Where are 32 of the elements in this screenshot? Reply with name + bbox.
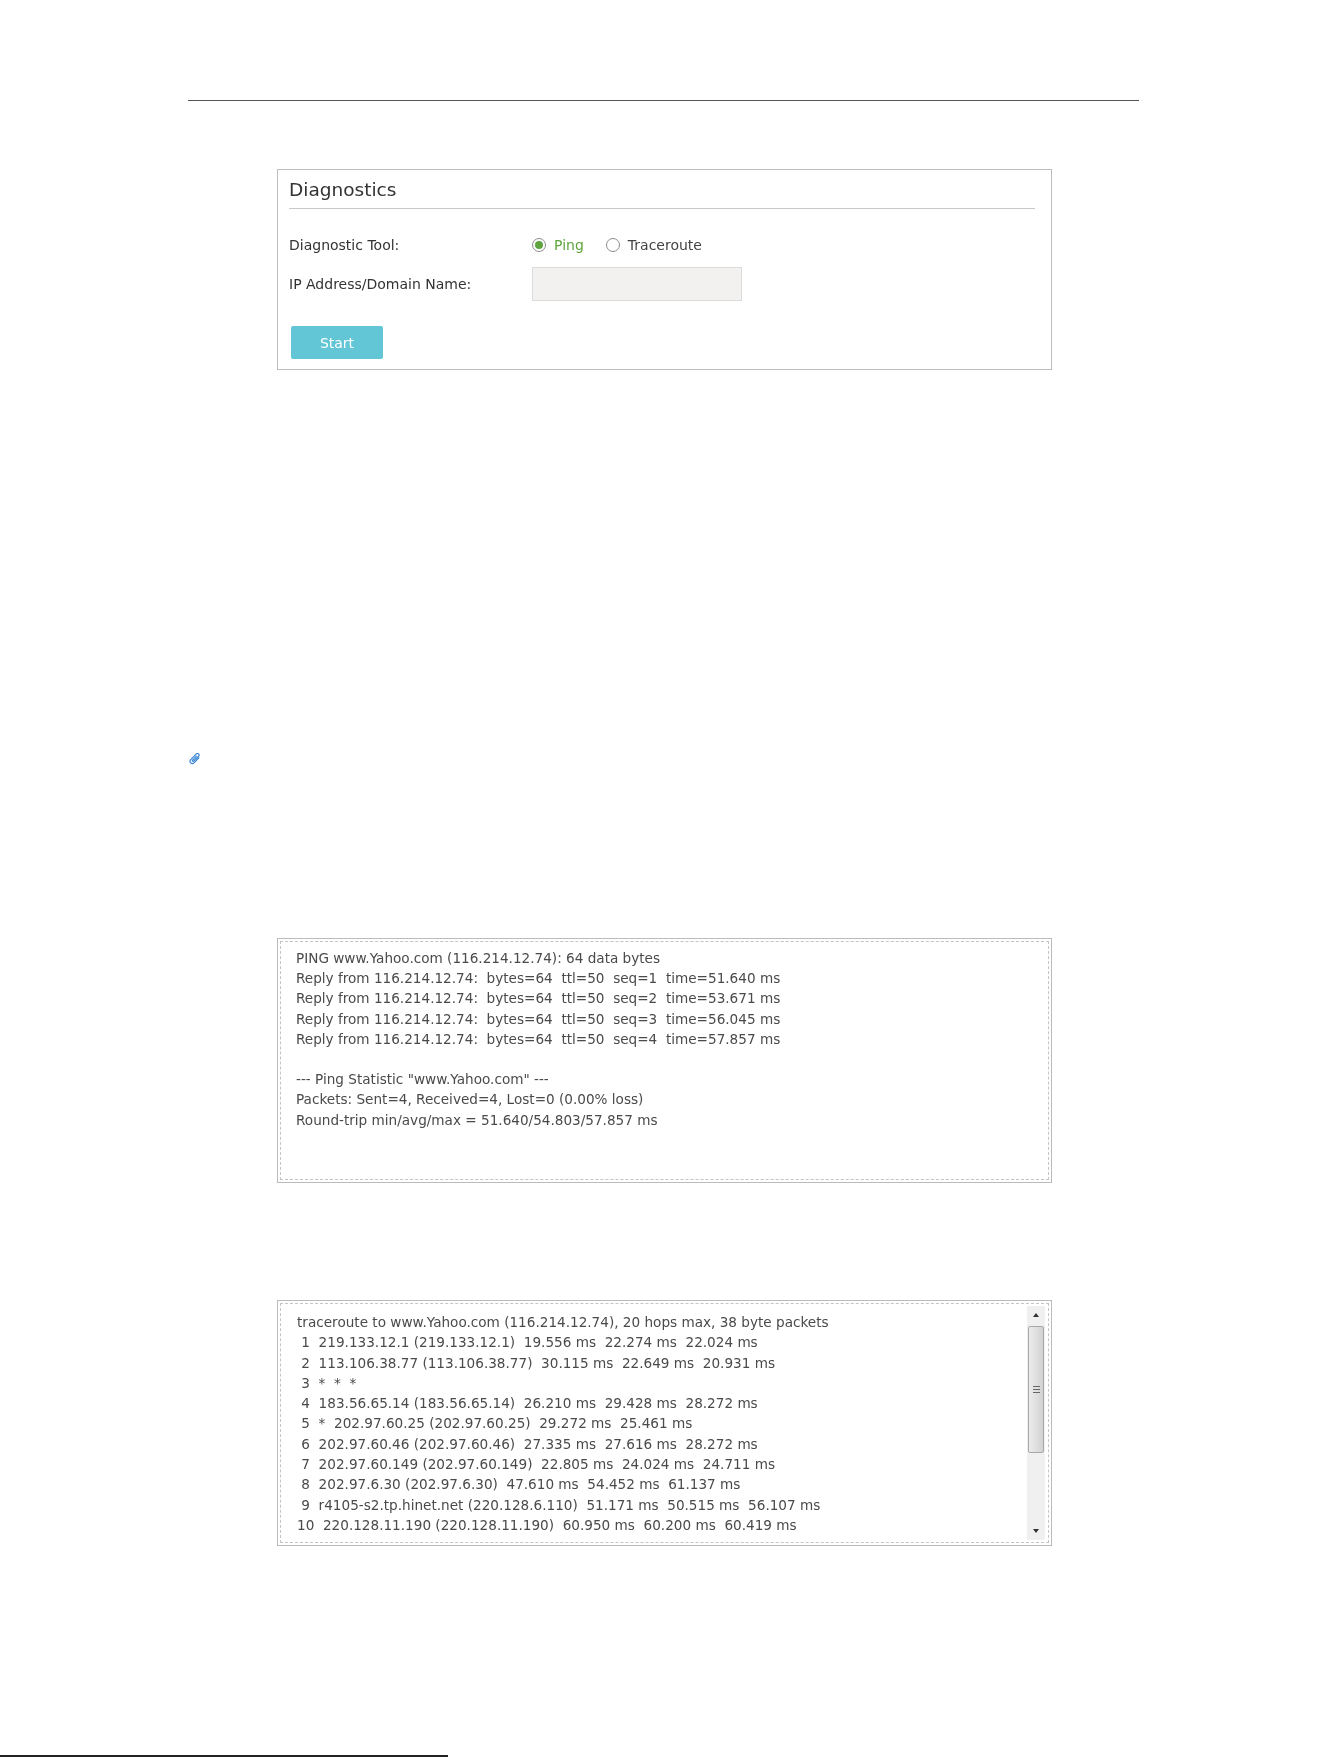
output-line: 1 219.133.12.1 (219.133.12.1) 19.556 ms 22.274 ms 22.024 ms bbox=[300, 1333, 758, 1353]
radio-option[interactable]: Traceroute bbox=[605, 236, 702, 254]
address-field[interactable] bbox=[532, 267, 742, 301]
radio-icon[interactable] bbox=[605, 238, 620, 252]
paperclip-icon bbox=[189, 753, 201, 765]
field-label: IP Address/Domain Name: bbox=[289, 276, 472, 292]
output-line: Reply from 116.214.12.74: bytes=64 ttl=50 seq=1 time=51.640 ms bbox=[296, 969, 781, 989]
output-line: 2 113.106.38.77 (113.106.38.77) 30.115 ms 22.649 ms 20.931 ms bbox=[300, 1353, 775, 1373]
grip-icon bbox=[1032, 1386, 1040, 1393]
output-line: PING www.Yahoo.com (116.214.12.74): 64 data bytes bbox=[296, 949, 661, 968]
output-line: Reply from 116.214.12.74: bytes=64 ttl=50 seq=3 time=56.045 ms bbox=[296, 1009, 781, 1029]
radio-option[interactable]: Ping bbox=[532, 236, 584, 254]
output-line: 8 202.97.6.30 (202.97.6.30) 47.610 ms 54.452 ms 61.137 ms bbox=[300, 1475, 741, 1495]
output-line: 3 * * * bbox=[300, 1373, 357, 1393]
output-line: 10 220.128.11.190 (220.128.11.190) 60.950 ms 60.200 ms 60.419 ms bbox=[297, 1515, 797, 1535]
output-line: traceroute to www.Yahoo.com (116.214.12.74), 20 hops max, 38 byte packets bbox=[297, 1313, 829, 1332]
field-label: Diagnostic Tool: bbox=[289, 237, 400, 253]
panel-title: Diagnostics bbox=[289, 178, 397, 202]
output-line: Round-trip min/avg/max = 51.640/54.803/57.857 ms bbox=[296, 1110, 658, 1130]
output-line: 7 202.97.60.149 (202.97.60.149) 22.805 ms 24.024 ms 24.711 ms bbox=[300, 1455, 775, 1475]
output-line: Reply from 116.214.12.74: bytes=64 ttl=50 seq=4 time=57.857 ms bbox=[296, 1029, 781, 1049]
output-line: --- Ping Statistic "www.Yahoo.com" --- bbox=[296, 1070, 549, 1090]
scrollbar-thumb[interactable] bbox=[1028, 1326, 1044, 1453]
output-line: 9 r4105-s2.tp.hinet.net (220.128.6.110) 51.171 ms 50.515 ms 56.107 ms bbox=[300, 1495, 821, 1515]
output-line: 5 * 202.97.60.25 (202.97.60.25) 29.272 ms 25.461 ms bbox=[300, 1414, 693, 1434]
output-line: 6 202.97.60.46 (202.97.60.46) 27.335 ms 27.616 ms 28.272 ms bbox=[300, 1434, 758, 1454]
output-line: Packets: Sent=4, Received=4, Lost=0 (0.00% loss) bbox=[296, 1090, 644, 1110]
radio-icon[interactable] bbox=[532, 238, 546, 252]
output-line: 4 183.56.65.14 (183.56.65.14) 26.210 ms 29.428 ms 28.272 ms bbox=[300, 1394, 758, 1414]
start-button[interactable]: Start bbox=[291, 326, 383, 359]
output-line: Reply from 116.214.12.74: bytes=64 ttl=50 seq=2 time=53.671 ms bbox=[296, 989, 781, 1009]
scrollbar-track[interactable] bbox=[1027, 1306, 1045, 1540]
